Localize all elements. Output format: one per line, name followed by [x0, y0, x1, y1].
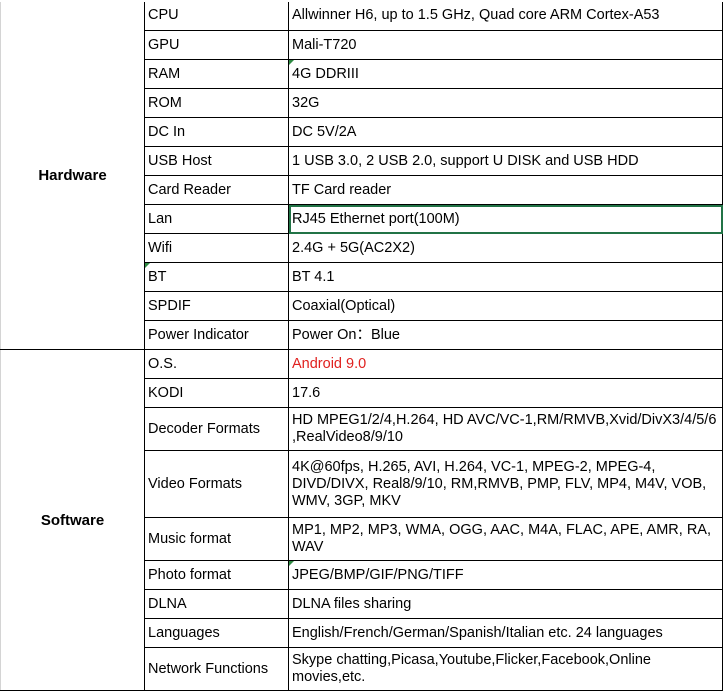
label-cell-rom[interactable]: ROM	[144, 88, 289, 118]
label-cell-photo-format[interactable]: Photo format	[144, 560, 289, 590]
value-cell-spdif[interactable]: Coaxial(Optical)	[288, 291, 723, 321]
label-cell-cpu[interactable]: CPU	[144, 0, 289, 31]
value-cell-video-formats[interactable]: 4K@60fps, H.265, AVI, H.264, VC-1, MPEG-…	[288, 450, 723, 518]
value-cell-cpu[interactable]: Allwinner H6, up to 1.5 GHz, Quad core A…	[288, 0, 723, 31]
label-cell-card-reader[interactable]: Card Reader	[144, 175, 289, 205]
label-cell-os[interactable]: O.S.	[144, 349, 289, 379]
value-cell-languages[interactable]: English/French/German/Spanish/Italian et…	[288, 618, 723, 648]
label-cell-gpu[interactable]: GPU	[144, 30, 289, 60]
label-cell-ram[interactable]: RAM	[144, 59, 289, 89]
value-cell-rom[interactable]: 32G	[288, 88, 723, 118]
table-row: Software O.S. Android 9.0	[0, 349, 723, 691]
value-cell-dlna[interactable]: DLNA files sharing	[288, 589, 723, 619]
value-cell-dc-in[interactable]: DC 5V/2A	[288, 117, 723, 147]
value-cell-kodi[interactable]: 17.6	[288, 378, 723, 408]
label-cell-network-functions[interactable]: Network Functions	[144, 647, 289, 691]
label-cell-dlna[interactable]: DLNA	[144, 589, 289, 619]
value-cell-os[interactable]: Android 9.0	[288, 349, 723, 379]
label-cell-dc-in[interactable]: DC In	[144, 117, 289, 147]
value-cell-lan[interactable]: RJ45 Ethernet port(100M)	[288, 204, 723, 234]
value-cell-music-format[interactable]: MP1, MP2, MP3, WMA, OGG, AAC, M4A, FLAC,…	[288, 517, 723, 561]
label-cell-languages[interactable]: Languages	[144, 618, 289, 648]
label-cell-power-indicator[interactable]: Power Indicator	[144, 320, 289, 350]
category-cell-hardware[interactable]: Hardware	[0, 0, 145, 350]
value-cell-decoder-formats[interactable]: HD MPEG1/2/4,H.264, HD AVC/VC-1,RM/RMVB,…	[288, 407, 723, 451]
label-cell-lan[interactable]: Lan	[144, 204, 289, 234]
value-cell-usb-host[interactable]: 1 USB 3.0, 2 USB 2.0, support U DISK and…	[288, 146, 723, 176]
value-cell-bt[interactable]: BT 4.1	[288, 262, 723, 292]
category-cell-software[interactable]: Software	[0, 349, 145, 691]
value-cell-ram[interactable]: 4G DDRIII	[288, 59, 723, 89]
sheet-top-edge	[0, 0, 725, 2]
value-cell-card-reader[interactable]: TF Card reader	[288, 175, 723, 205]
spec-table: Hardware CPU Allwinner H6, up to 1.5 GHz…	[0, 0, 723, 691]
value-cell-gpu[interactable]: Mali-T720	[288, 30, 723, 60]
value-cell-power-indicator[interactable]: Power On：Blue	[288, 320, 723, 350]
label-cell-bt[interactable]: BT	[144, 262, 289, 292]
label-cell-decoder-formats[interactable]: Decoder Formats	[144, 407, 289, 451]
value-cell-photo-format[interactable]: JPEG/BMP/GIF/PNG/TIFF	[288, 560, 723, 590]
value-cell-network-functions[interactable]: Skype chatting,Picasa,Youtube,Flicker,Fa…	[288, 647, 723, 691]
label-cell-spdif[interactable]: SPDIF	[144, 291, 289, 321]
label-cell-music-format[interactable]: Music format	[144, 517, 289, 561]
label-cell-video-formats[interactable]: Video Formats	[144, 450, 289, 518]
label-cell-usb-host[interactable]: USB Host	[144, 146, 289, 176]
value-cell-wifi[interactable]: 2.4G + 5G(AC2X2)	[288, 233, 723, 263]
table-row: Hardware CPU Allwinner H6, up to 1.5 GHz…	[0, 0, 723, 350]
label-cell-wifi[interactable]: Wifi	[144, 233, 289, 263]
label-cell-kodi[interactable]: KODI	[144, 378, 289, 408]
